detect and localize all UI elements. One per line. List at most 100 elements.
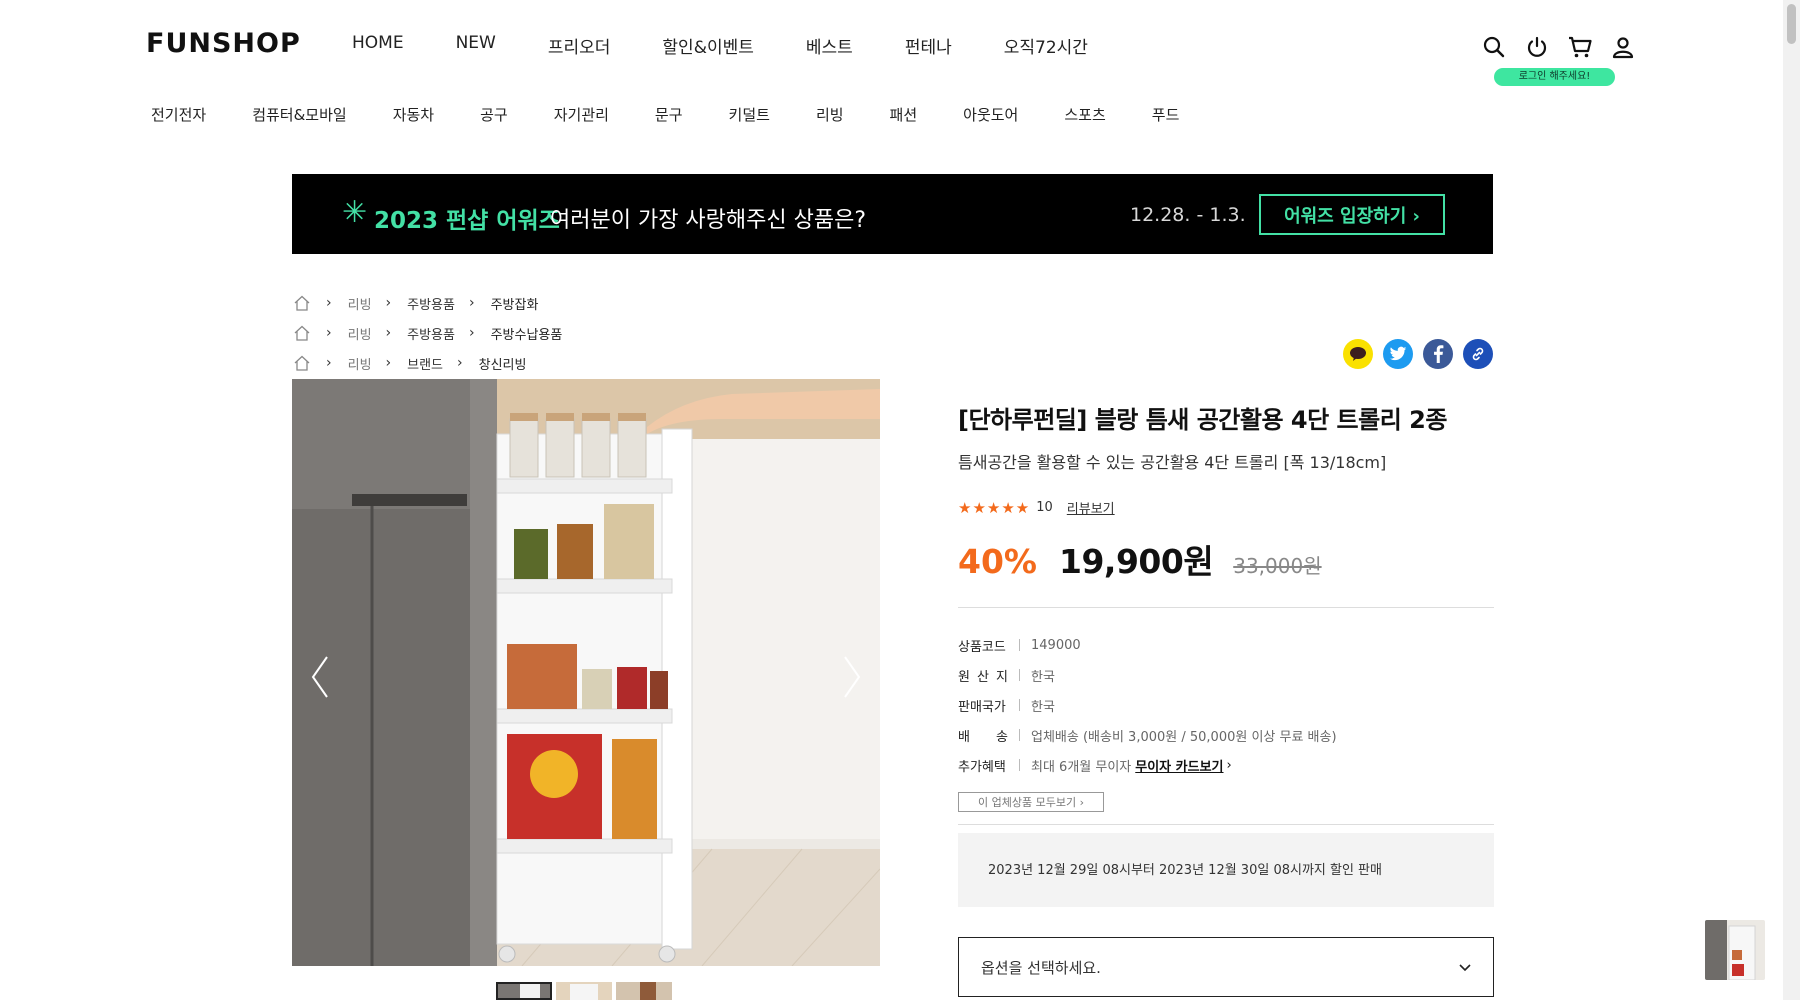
banner-subtitle: 여러분이 가장 사랑해주신 상품은?: [550, 208, 867, 233]
header-icons: [1480, 33, 1637, 61]
category-electronics[interactable]: 전기전자: [151, 104, 206, 125]
spec-label: 추가혜택: [958, 759, 1006, 775]
category-food[interactable]: 푸드: [1152, 104, 1180, 125]
category-sports[interactable]: 스포츠: [1064, 104, 1105, 125]
spec-value: 한국: [1031, 699, 1055, 715]
star-rating: ★★★★★: [958, 498, 1031, 517]
gallery-next-button[interactable]: [832, 649, 872, 705]
rating-row: ★★★★★ 10 리뷰보기: [958, 498, 1494, 518]
nav-best[interactable]: 베스트: [806, 33, 853, 58]
nav-only72[interactable]: 오직72시간: [1004, 33, 1088, 58]
breadcrumb-group: › 리빙 › 주방용품 › 주방잡화 › 리빙 › 주방용품 › 주방수납용품 …: [292, 288, 562, 378]
divider: [958, 607, 1494, 608]
price-row: 40% 19,900원 33,000원: [958, 535, 1494, 583]
review-count: 10: [1036, 500, 1053, 515]
divider: [1019, 639, 1020, 651]
breadcrumb-level2[interactable]: 주방용품: [407, 294, 455, 313]
option-select[interactable]: 옵션을 선택하세요.: [958, 937, 1494, 997]
spec-row: 판매국가 한국: [958, 690, 1494, 720]
breadcrumb-level3[interactable]: 창신리빙: [479, 354, 527, 373]
home-icon[interactable]: [292, 353, 312, 373]
gallery-prev-button[interactable]: [300, 649, 340, 705]
chevron-down-icon: [1459, 958, 1471, 976]
page-scrollbar[interactable]: [1783, 0, 1800, 1000]
chevron-right-icon: ›: [468, 295, 475, 311]
divider: [1019, 729, 1020, 741]
thumbnail[interactable]: [616, 982, 672, 1000]
facebook-icon[interactable]: [1423, 339, 1453, 369]
nav-new[interactable]: NEW: [456, 33, 496, 58]
chevron-right-icon: ›: [1226, 757, 1232, 773]
cart-icon[interactable]: [1566, 33, 1594, 61]
banner-title: 2023 펀샵 어워즈: [374, 208, 560, 234]
breadcrumb-level1[interactable]: 리빙: [348, 354, 372, 373]
category-car[interactable]: 자동차: [393, 104, 434, 125]
thumbnail[interactable]: [556, 982, 612, 1000]
category-living[interactable]: 리빙: [816, 104, 844, 125]
share-buttons: [1343, 339, 1493, 369]
breadcrumb-level3[interactable]: 주방수납용품: [491, 324, 563, 343]
banner-date: 12.28. - 1.3.: [1130, 204, 1246, 226]
home-icon[interactable]: [292, 293, 312, 313]
breadcrumb-level1[interactable]: 리빙: [348, 294, 372, 313]
chevron-right-icon: ›: [326, 325, 332, 341]
original-price: 33,000원: [1233, 554, 1322, 578]
spec-label: 원 산 지: [958, 669, 1008, 685]
category-nav: 전기전자 컴퓨터&모바일 자동차 공구 자기관리 문구 키덜트 리빙 패션 아웃…: [151, 104, 1225, 125]
user-icon[interactable]: [1609, 33, 1637, 61]
vendor-products-button[interactable]: 이 업체상품 모두보기 ›: [958, 792, 1104, 812]
power-icon[interactable]: [1523, 33, 1551, 61]
thumbnail[interactable]: [496, 982, 552, 1000]
recent-viewed-thumbnail[interactable]: [1705, 920, 1765, 980]
nav-funtena[interactable]: 펀테나: [905, 33, 952, 58]
nav-sale-event[interactable]: 할인&이벤트: [662, 33, 753, 58]
discount-rate: 40%: [958, 542, 1037, 581]
breadcrumb-level1[interactable]: 리빙: [348, 324, 372, 343]
banner-enter-button[interactable]: 어워즈 입장하기 ›: [1259, 194, 1445, 235]
chevron-right-icon: ›: [468, 325, 475, 341]
product-title: [단하루펀딜] 블랑 틈새 공간활용 4단 트롤리 2종: [958, 406, 1447, 434]
breadcrumb-level2[interactable]: 주방용품: [407, 324, 455, 343]
site-logo[interactable]: FUNSHOP: [146, 28, 301, 59]
category-tools[interactable]: 공구: [480, 104, 508, 125]
spec-label: 배 송: [958, 729, 1008, 745]
spec-row: 상품코드 149000: [958, 630, 1494, 660]
link-icon[interactable]: [1463, 339, 1493, 369]
chevron-right-icon: ›: [326, 355, 332, 371]
nav-home[interactable]: HOME: [352, 33, 404, 58]
search-icon[interactable]: [1480, 33, 1508, 61]
awards-banner[interactable]: ✳ 2023 펀샵 어워즈 여러분이 가장 사랑해주신 상품은? 12.28. …: [292, 174, 1493, 254]
spec-row: 원 산 지 한국: [958, 660, 1494, 690]
product-info: [단하루펀딜] 블랑 틈새 공간활용 4단 트롤리 2종 틈새공간을 활용할 수…: [958, 400, 1494, 997]
breadcrumb: › 리빙 › 브랜드 › 창신리빙: [292, 348, 562, 378]
card-benefit-link[interactable]: 무이자 카드보기: [1135, 756, 1223, 775]
breadcrumb: › 리빙 › 주방용품 › 주방수납용품: [292, 318, 562, 348]
category-outdoor[interactable]: 아웃도어: [963, 104, 1018, 125]
breadcrumb: › 리빙 › 주방용품 › 주방잡화: [292, 288, 562, 318]
product-image[interactable]: [292, 379, 880, 966]
category-computer-mobile[interactable]: 컴퓨터&모바일: [252, 104, 347, 125]
review-link[interactable]: 리뷰보기: [1067, 498, 1115, 517]
category-selfcare[interactable]: 자기관리: [554, 104, 609, 125]
spec-list: 상품코드 149000 원 산 지 한국 판매국가 한국 배 송 업체배송 (배…: [958, 630, 1494, 780]
login-badge[interactable]: 로그인 해주세요!: [1494, 68, 1615, 86]
divider: [1019, 759, 1020, 771]
scrollbar-thumb[interactable]: [1787, 4, 1796, 44]
breadcrumb-level3[interactable]: 주방잡화: [491, 294, 539, 313]
category-stationery[interactable]: 문구: [655, 104, 683, 125]
chevron-right-icon: ›: [385, 325, 392, 341]
category-fashion[interactable]: 패션: [890, 104, 918, 125]
option-placeholder: 옵션을 선택하세요.: [981, 958, 1101, 977]
category-kidult[interactable]: 키덜트: [729, 104, 770, 125]
twitter-icon[interactable]: [1383, 339, 1413, 369]
spec-row: 배 송 업체배송 (배송비 3,000원 / 50,000원 이상 무료 배송): [958, 720, 1494, 750]
chevron-right-icon: ›: [326, 295, 332, 311]
nav-preorder[interactable]: 프리오더: [548, 33, 611, 58]
trolley-photo: [292, 379, 880, 966]
gallery-thumbnails: [496, 982, 672, 1000]
home-icon[interactable]: [292, 323, 312, 343]
kakaotalk-icon[interactable]: [1343, 339, 1373, 369]
spec-label: 판매국가: [958, 699, 1006, 715]
breadcrumb-level2[interactable]: 브랜드: [407, 354, 443, 373]
sparkle-icon: ✳: [342, 195, 368, 230]
